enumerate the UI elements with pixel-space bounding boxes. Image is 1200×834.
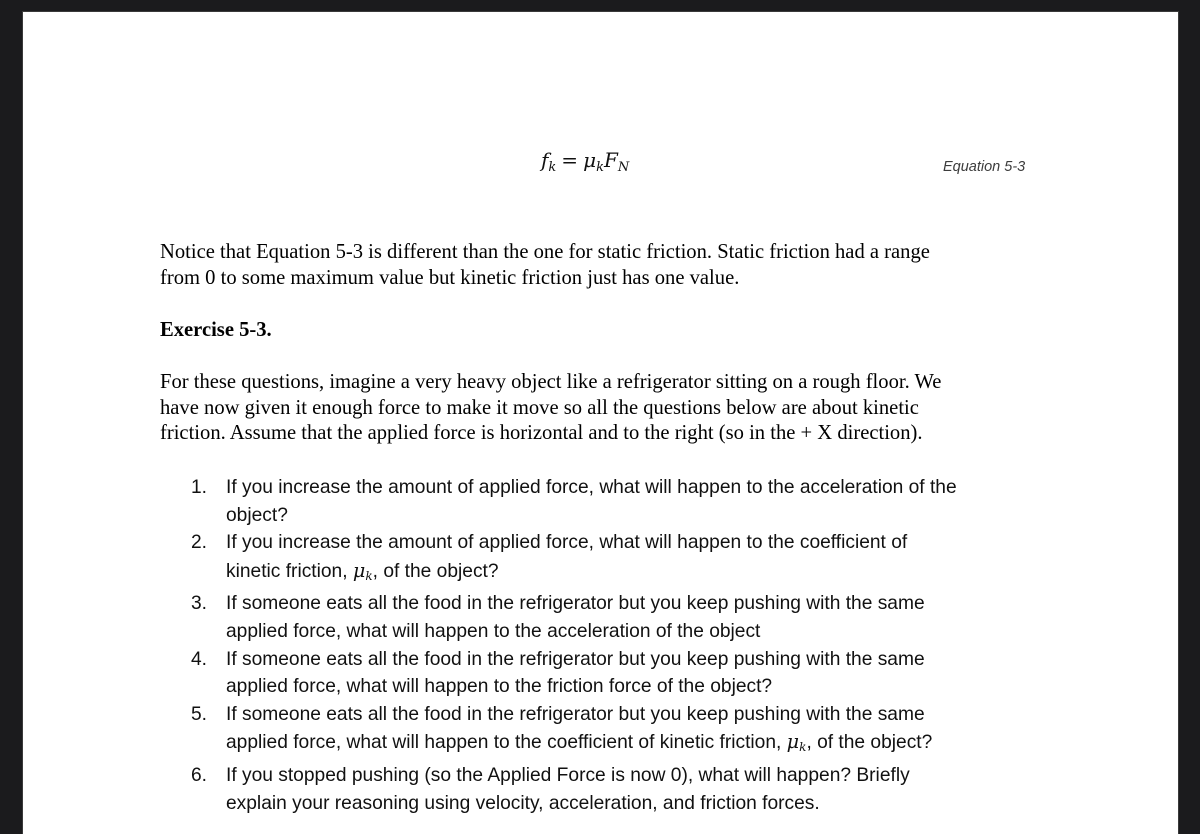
question-number: 3. [191, 593, 208, 615]
question-number: 4. [191, 648, 208, 670]
question-item: 5. If someone eats all the food in the r… [191, 701, 957, 762]
paragraph-line: Notice that Equation 5-3 is different th… [160, 241, 930, 263]
question-line: If you stopped pushing (so the Applied F… [226, 764, 910, 786]
equation-kinetic-friction: fk = μkFN [541, 148, 629, 175]
question-list: 1. If you increase the amount of applied… [191, 474, 957, 817]
question-item: 1. If you increase the amount of applied… [191, 474, 957, 529]
paragraph-line: from 0 to some maximum value but kinetic… [160, 266, 740, 289]
eq-operator: = [561, 148, 579, 172]
question-line: applied force, what will happen to the c… [226, 730, 933, 755]
question-line: object? [226, 504, 288, 526]
question-number: 6. [191, 764, 208, 786]
question-line: If someone eats all the food in the refr… [226, 593, 925, 615]
equation-label: Equation 5-3 [943, 159, 1026, 175]
eq-lhs: fk [541, 148, 557, 175]
question-line: applied force, what will happen to the f… [226, 676, 773, 698]
mu-k-symbol: μk [786, 730, 807, 755]
paragraph-line: have now given it enough force to make i… [160, 396, 919, 419]
eq-mu: μk [583, 148, 604, 175]
document-page: fk = μkFN Equation 5-3 Notice that Equatio… [22, 11, 1179, 834]
question-item: 3. If someone eats all the food in the r… [191, 590, 957, 645]
question-number: 5. [191, 703, 208, 725]
question-line: applied force, what will happen to the a… [226, 620, 761, 642]
question-item: 4. If someone eats all the food in the r… [191, 646, 957, 701]
question-number: 2. [191, 532, 208, 554]
eq-normal-force: FN [603, 148, 630, 175]
paragraph-static-vs-kinetic: Notice that Equation 5-3 is different th… [160, 240, 930, 291]
question-item: 6. If you stopped pushing (so the Applie… [191, 762, 957, 817]
exercise-heading: Exercise 5-3. [160, 319, 272, 341]
question-line: If someone eats all the food in the refr… [226, 703, 925, 725]
question-line: kinetic friction, μk, of the object? [226, 558, 499, 583]
question-line: If someone eats all the food in the refr… [226, 648, 925, 670]
paragraph-line: For these questions, imagine a very heav… [160, 371, 942, 393]
question-line: explain your reasoning using velocity, a… [226, 792, 820, 814]
question-item: 2. If you increase the amount of applied… [191, 529, 957, 590]
paragraph-line: friction. Assume that the applied force … [160, 422, 923, 444]
mu-k-symbol: μk [352, 558, 373, 583]
paragraph-exercise-intro: For these questions, imagine a very heav… [160, 370, 941, 447]
question-line: If you increase the amount of applied fo… [226, 532, 908, 554]
question-line: If you increase the amount of applied fo… [226, 477, 957, 498]
question-number: 1. [191, 477, 208, 498]
